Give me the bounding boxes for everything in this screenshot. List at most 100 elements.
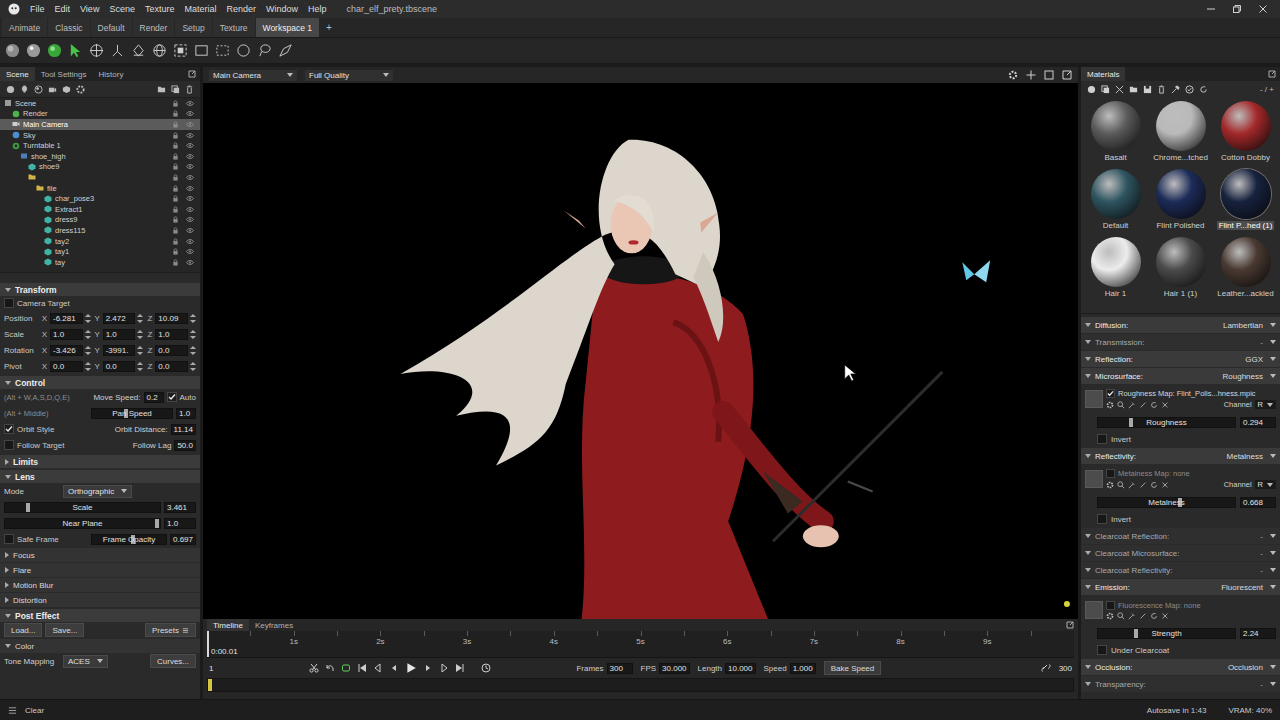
number-field[interactable]: 0.0: [155, 361, 188, 372]
workspace-tab[interactable]: Classic: [48, 18, 89, 37]
close-icon[interactable]: [1258, 4, 1268, 14]
new-folder-icon[interactable]: [157, 85, 166, 94]
lock-icon[interactable]: [172, 110, 179, 117]
menu-item[interactable]: Material: [180, 4, 220, 14]
folder-icon[interactable]: [1129, 85, 1138, 94]
picker-icon[interactable]: [1171, 85, 1180, 94]
clear-log-button[interactable]: Clear: [25, 706, 44, 715]
gear-icon[interactable]: [1106, 401, 1114, 409]
move-view-icon[interactable]: [1026, 70, 1036, 80]
slider[interactable]: Metalness: [1097, 497, 1236, 508]
delete-icon[interactable]: [185, 85, 194, 94]
end-frame[interactable]: 300: [1057, 664, 1074, 673]
loop-icon[interactable]: [341, 663, 351, 673]
add-workspace-button[interactable]: +: [320, 18, 338, 37]
section-header[interactable]: Limits: [0, 455, 200, 468]
section-mode[interactable]: Lambertian: [1223, 321, 1263, 330]
panel-tab[interactable]: Tool Settings: [35, 67, 93, 81]
lit-sphere-icon[interactable]: [47, 43, 62, 58]
workspace-tab[interactable]: Default: [91, 18, 132, 37]
number-field[interactable]: 1.0: [164, 518, 196, 529]
popout-icon[interactable]: [1268, 70, 1276, 78]
material-section[interactable]: Clearcoat Reflection:-: [1081, 528, 1280, 544]
material-thumbnail[interactable]: Cotton Dobby: [1215, 101, 1276, 163]
eye-icon[interactable]: [186, 174, 194, 181]
number-field[interactable]: 1.000: [790, 663, 816, 674]
material-section[interactable]: Microsurface:Roughness: [1081, 368, 1280, 384]
tree-item[interactable]: tay: [0, 257, 200, 268]
apply-icon[interactable]: [1185, 85, 1194, 94]
section-header[interactable]: Control: [0, 376, 200, 389]
mesh-add-icon[interactable]: [62, 85, 71, 94]
tone-mapping-dropdown[interactable]: ACES: [63, 655, 108, 668]
tree-item[interactable]: Render: [0, 109, 200, 120]
eye-icon[interactable]: [186, 110, 194, 117]
paint-icon[interactable]: [278, 43, 293, 58]
tree-item[interactable]: Turntable 1: [0, 140, 200, 151]
start-frame[interactable]: 1: [207, 664, 223, 673]
fast-forward-icon[interactable]: [455, 663, 465, 673]
eye-icon[interactable]: [186, 195, 194, 202]
lock-icon[interactable]: [172, 248, 179, 255]
move-icon[interactable]: [89, 43, 104, 58]
dropper-icon[interactable]: [1128, 612, 1136, 620]
number-field[interactable]: 0.0: [103, 361, 136, 372]
tree-item[interactable]: Main Camera: [0, 119, 200, 130]
eye-icon[interactable]: [186, 153, 194, 160]
number-field[interactable]: -3.426: [50, 345, 83, 356]
section-mode[interactable]: -: [1260, 338, 1263, 347]
workspace-tab[interactable]: Render: [133, 18, 175, 37]
preset-file-button[interactable]: Save...: [45, 623, 84, 637]
checkbox-field[interactable]: Follow Target: [4, 440, 64, 450]
eye-icon[interactable]: [186, 142, 194, 149]
next-key-icon[interactable]: [439, 663, 449, 673]
unlink-icon[interactable]: [1115, 85, 1124, 94]
lock-icon[interactable]: [172, 195, 179, 202]
section-mode[interactable]: GGX: [1245, 355, 1263, 364]
number-field[interactable]: 2.24: [1240, 628, 1276, 639]
number-field[interactable]: -6.281: [50, 313, 83, 324]
eye-icon[interactable]: [186, 259, 194, 266]
eye-icon[interactable]: [186, 185, 194, 192]
spinner-icon[interactable]: [190, 313, 196, 324]
number-field[interactable]: 1.0: [176, 408, 196, 419]
popout-icon[interactable]: [1066, 621, 1074, 629]
material-section[interactable]: Reflection:GGX: [1081, 351, 1280, 367]
restore-icon[interactable]: [1232, 4, 1242, 14]
material-thumbnail[interactable]: Flint Polished: [1150, 169, 1211, 231]
material-thumbnail[interactable]: Basalt: [1085, 101, 1146, 163]
playhead[interactable]: [207, 631, 209, 657]
link-icon[interactable]: [1139, 612, 1147, 620]
link-icon[interactable]: [1139, 401, 1147, 409]
eye-icon[interactable]: [186, 248, 194, 255]
scissors-icon[interactable]: [309, 663, 319, 673]
section-mode[interactable]: Roughness: [1223, 372, 1263, 381]
checkbox[interactable]: [1097, 514, 1107, 524]
menu-item[interactable]: Help: [304, 4, 331, 14]
spinner-icon[interactable]: [85, 361, 91, 372]
section-header[interactable]: Lens: [0, 470, 200, 483]
clock-icon[interactable]: [481, 663, 491, 673]
tree-item[interactable]: Extract1: [0, 204, 200, 215]
material-section[interactable]: Transmission:-: [1081, 334, 1280, 350]
clear-icon[interactable]: [1161, 401, 1169, 409]
number-field[interactable]: 1.0: [155, 329, 188, 340]
refresh-icon[interactable]: [1199, 85, 1208, 94]
lock-icon[interactable]: [172, 163, 179, 170]
eye-icon[interactable]: [186, 132, 194, 139]
prev-key-icon[interactable]: [373, 663, 383, 673]
spinner-icon[interactable]: [190, 345, 196, 356]
section-mode[interactable]: Metalness: [1227, 452, 1263, 461]
section-mode[interactable]: -: [1260, 566, 1263, 575]
spinner-icon[interactable]: [85, 313, 91, 324]
minimize-icon[interactable]: [1206, 4, 1216, 14]
menu-item[interactable]: Scene: [105, 4, 139, 14]
gear-icon[interactable]: [1008, 70, 1018, 80]
eye-icon[interactable]: [186, 100, 194, 107]
material-ball-icon[interactable]: [34, 85, 43, 94]
gear-icon[interactable]: [1106, 481, 1114, 489]
render-canvas[interactable]: [203, 83, 1078, 619]
clear-icon[interactable]: [1161, 481, 1169, 489]
eye-icon[interactable]: [186, 121, 194, 128]
subsection-header[interactable]: Focus: [0, 548, 200, 562]
